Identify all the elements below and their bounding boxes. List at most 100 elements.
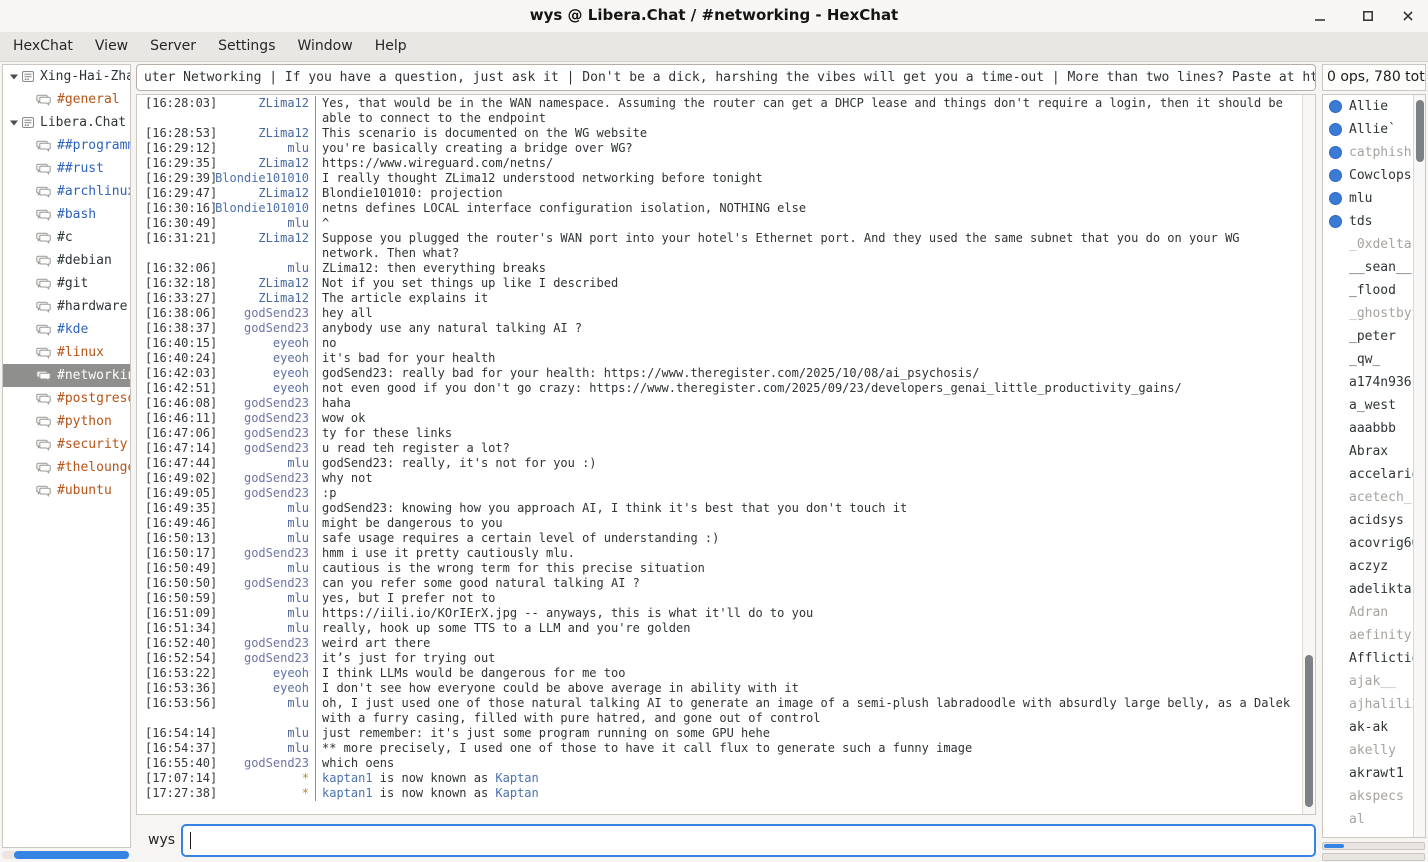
scrollbar-thumb[interactable] (1416, 100, 1424, 162)
message-nick[interactable]: mlu (215, 621, 316, 636)
user-qw[interactable]: _qw_ (1323, 348, 1425, 371)
server-libera-chat[interactable]: Libera.Chat (3, 111, 130, 134)
scrollbar-thumb[interactable] (14, 851, 129, 859)
menu-help[interactable]: Help (364, 32, 418, 61)
menu-settings[interactable]: Settings (207, 32, 286, 61)
channel-c[interactable]: #c (3, 226, 130, 249)
message-nick[interactable]: mlu (215, 741, 316, 756)
user-abrax[interactable]: Abrax (1323, 440, 1425, 463)
message-nick[interactable]: eyeoh (215, 666, 316, 681)
expander-icon[interactable] (6, 73, 21, 81)
message-nick[interactable]: mlu (215, 501, 316, 516)
topic-input[interactable]: uter Networking | If you have a question… (136, 64, 1316, 91)
user-peter[interactable]: _peter (1323, 325, 1425, 348)
user-acidsys[interactable]: acidsys (1323, 509, 1425, 532)
server-xing-hai-zhan[interactable]: Xing-Hai-Zhan (3, 65, 130, 88)
message-nick[interactable]: godSend23 (215, 486, 316, 501)
user-aaabbb[interactable]: aaabbb (1323, 417, 1425, 440)
user-al[interactable]: al (1323, 808, 1425, 831)
message-nick[interactable]: ZLima12 (215, 156, 316, 171)
channel-thelounge[interactable]: #thelounge (3, 456, 130, 479)
menu-hexchat[interactable]: HexChat (2, 32, 84, 61)
user-aczyz[interactable]: aczyz (1323, 555, 1425, 578)
scrollbar-thumb[interactable] (1305, 655, 1313, 807)
menu-window[interactable]: Window (286, 32, 363, 61)
user-allie[interactable]: Allie (1323, 95, 1425, 118)
user-mlu[interactable]: mlu (1323, 187, 1425, 210)
message-nick[interactable]: godSend23 (215, 306, 316, 321)
minimize-button[interactable] (1308, 4, 1332, 28)
message-nick[interactable]: mlu (215, 261, 316, 276)
channel-python[interactable]: #python (3, 410, 130, 433)
user-ajak[interactable]: ajak__ (1323, 670, 1425, 693)
user-catphish[interactable]: catphish (1323, 141, 1425, 164)
message-input[interactable] (181, 824, 1316, 857)
user-allie[interactable]: Allie` (1323, 118, 1425, 141)
message-nick[interactable]: * (215, 771, 316, 786)
message-nick[interactable]: ZLima12 (215, 276, 316, 291)
message-nick[interactable]: eyeoh (215, 351, 316, 366)
message-nick[interactable]: eyeoh (215, 681, 316, 696)
message-nick[interactable]: godSend23 (215, 756, 316, 771)
user-adeliktas[interactable]: adeliktas (1323, 578, 1425, 601)
channel-git[interactable]: #git (3, 272, 130, 295)
message-nick[interactable]: godSend23 (215, 471, 316, 486)
user-ajhalili2[interactable]: ajhalili2 (1323, 693, 1425, 716)
channel-kde[interactable]: #kde (3, 318, 130, 341)
channel-linux[interactable]: #linux (3, 341, 130, 364)
expander-icon[interactable] (6, 119, 21, 127)
user-cowclops[interactable]: Cowclops` (1323, 164, 1425, 187)
message-nick[interactable]: mlu (215, 591, 316, 606)
user-akspecs[interactable]: akspecs (1323, 785, 1425, 808)
user-acovrig60[interactable]: acovrig60 (1323, 532, 1425, 555)
message-nick[interactable]: ZLima12 (215, 291, 316, 306)
user-akrawt1[interactable]: akrawt1 (1323, 762, 1425, 785)
message-nick[interactable]: ZLima12 (215, 96, 316, 126)
user-a174n936[interactable]: a174n936 (1323, 371, 1425, 394)
message-nick[interactable]: godSend23 (215, 321, 316, 336)
message-nick[interactable]: * (215, 786, 316, 801)
user-ak-ak[interactable]: ak-ak (1323, 716, 1425, 739)
message-nick[interactable]: ZLima12 (215, 231, 316, 261)
channel-hardware[interactable]: #hardware (3, 295, 130, 318)
user-adran[interactable]: Adran (1323, 601, 1425, 624)
message-nick[interactable]: godSend23 (215, 426, 316, 441)
nick-link[interactable]: Kaptan (495, 771, 538, 785)
message-nick[interactable]: eyeoh (215, 381, 316, 396)
message-nick[interactable]: godSend23 (215, 411, 316, 426)
message-nick[interactable]: mlu (215, 606, 316, 621)
user-accelario[interactable]: accelario (1323, 463, 1425, 486)
channel-security[interactable]: #security (3, 433, 130, 456)
channel-tree[interactable]: Xing-Hai-Zhan #general Libera.Chat (2, 64, 131, 848)
nick-link[interactable]: Kaptan (495, 786, 538, 800)
channel-archlinux[interactable]: #archlinux (3, 180, 130, 203)
channel-rust[interactable]: ##rust (3, 157, 130, 180)
user-tds[interactable]: tds (1323, 210, 1425, 233)
user-sean[interactable]: __sean__ (1323, 256, 1425, 279)
message-nick[interactable]: godSend23 (215, 636, 316, 651)
userlist-scrollbar[interactable] (1413, 95, 1425, 837)
message-nick[interactable]: godSend23 (215, 396, 316, 411)
tree-horizontal-scrollbar[interactable] (2, 851, 130, 859)
user-akelly[interactable]: akelly (1323, 739, 1425, 762)
chat-scrollbar[interactable] (1302, 95, 1315, 814)
message-nick[interactable]: mlu (215, 726, 316, 741)
user-acetech[interactable]: acetech_ (1323, 486, 1425, 509)
message-nick[interactable]: ZLima12 (215, 126, 316, 141)
message-nick[interactable]: eyeoh (215, 366, 316, 381)
channel-programming[interactable]: ##programming (3, 134, 130, 157)
message-nick[interactable]: mlu (215, 531, 316, 546)
user-0xdelta[interactable]: _0xdelta (1323, 233, 1425, 256)
channel-ubuntu[interactable]: #ubuntu (3, 479, 130, 502)
nick-link[interactable]: kaptan1 (322, 771, 373, 785)
message-nick[interactable]: eyeoh (215, 336, 316, 351)
message-nick[interactable]: mlu (215, 216, 316, 231)
message-nick[interactable]: ZLima12 (215, 186, 316, 201)
message-nick[interactable]: Blondie101010 (215, 171, 316, 186)
message-nick[interactable]: mlu (215, 516, 316, 531)
channel-bash[interactable]: #bash (3, 203, 130, 226)
message-nick[interactable]: godSend23 (215, 651, 316, 666)
nick-link[interactable]: kaptan1 (322, 786, 373, 800)
user-ghostbyt[interactable]: _ghostbyt (1323, 302, 1425, 325)
user-afflictio[interactable]: Afflictio (1323, 647, 1425, 670)
